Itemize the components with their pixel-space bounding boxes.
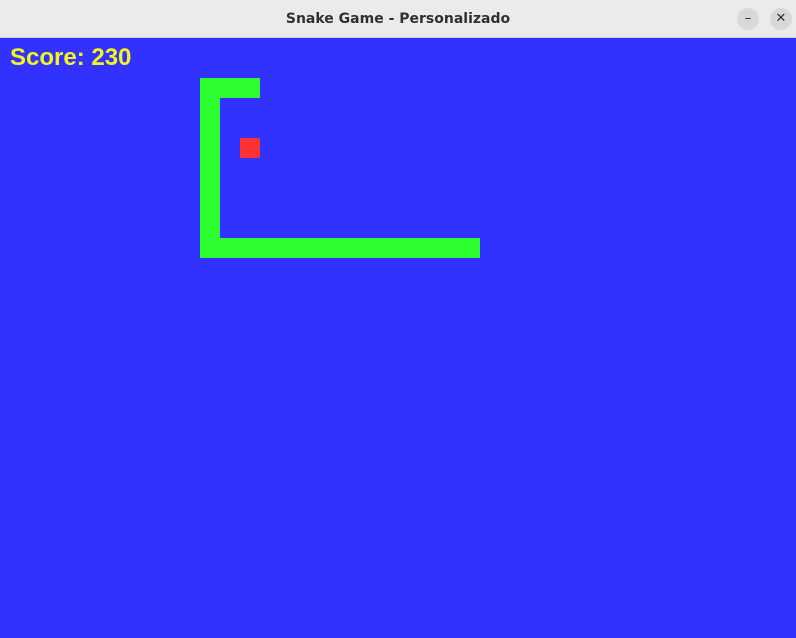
minimize-icon: – [744,11,752,26]
game-canvas[interactable]: Score: 230 [0,38,796,638]
minimize-button[interactable]: – [737,8,759,30]
snake-segment [200,78,220,258]
close-icon: ✕ [775,11,787,26]
title-bar[interactable]: Snake Game - Personalizado – ✕ [0,0,796,38]
food-pellet [240,138,260,158]
game-window: Snake Game - Personalizado – ✕ Score: 23… [0,0,796,638]
score-label: Score: 230 [10,44,132,71]
close-button[interactable]: ✕ [770,8,792,30]
window-title: Snake Game - Personalizado [285,11,511,27]
snake-segment [200,238,480,258]
